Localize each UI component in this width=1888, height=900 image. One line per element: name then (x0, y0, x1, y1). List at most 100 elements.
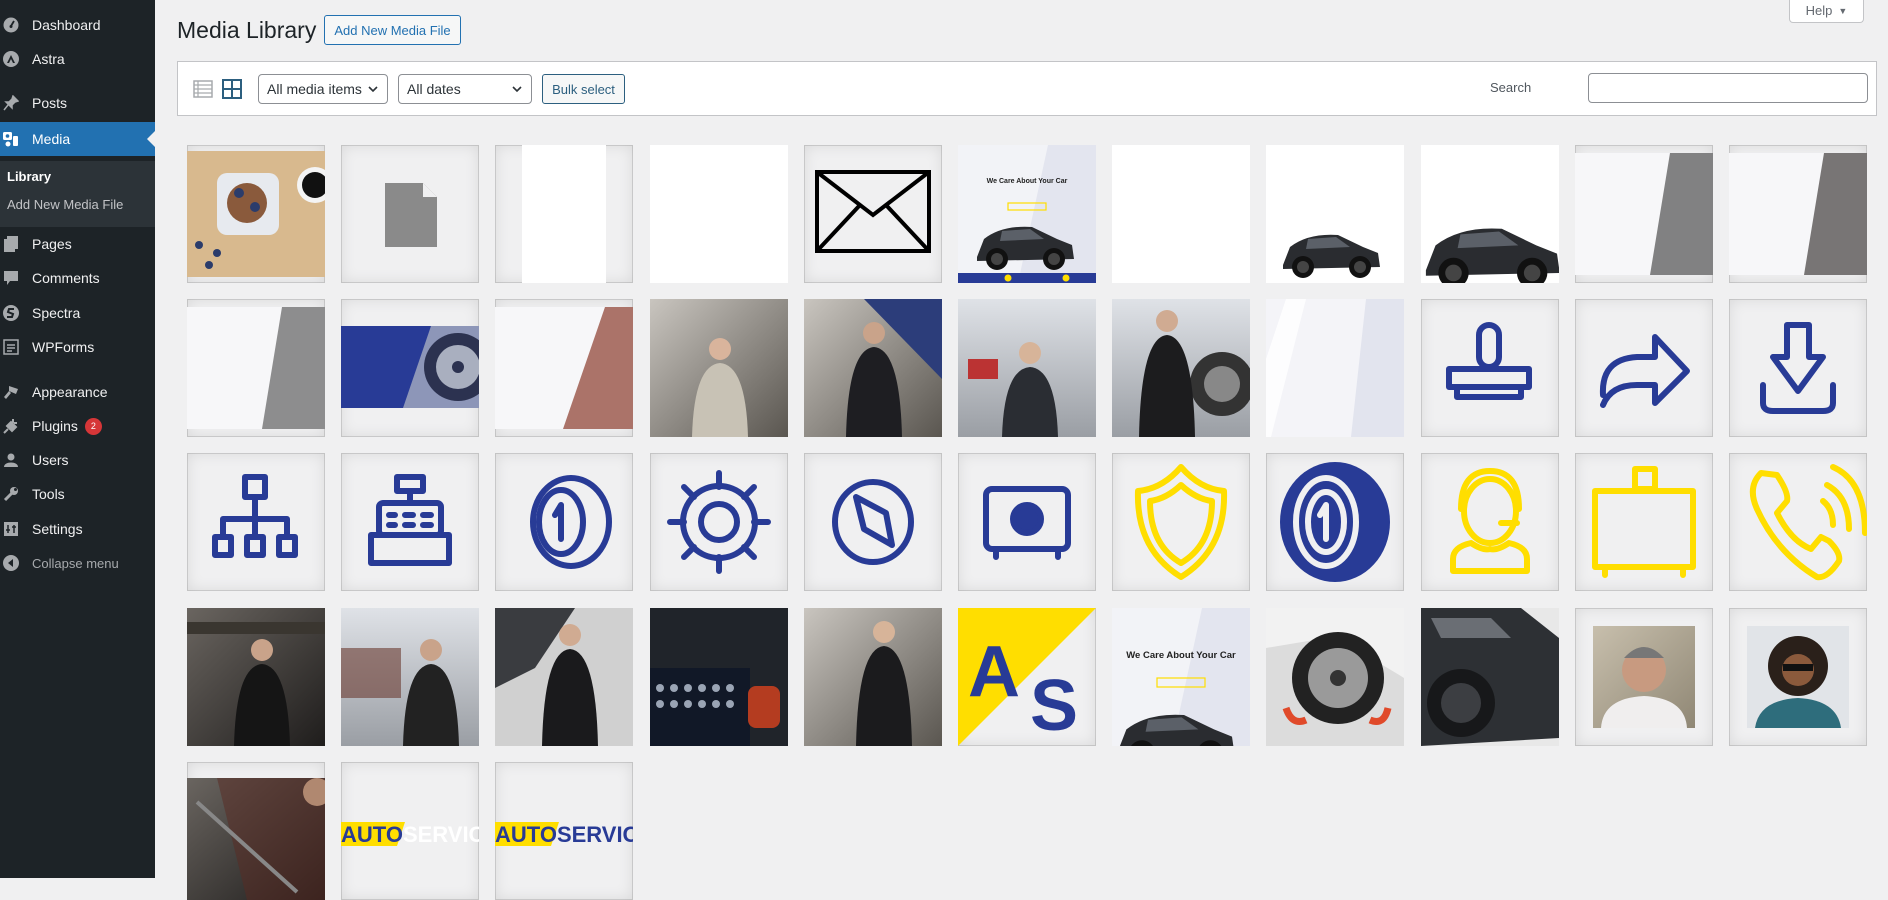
media-item-graphic[interactable] (187, 299, 325, 437)
media-item-icon[interactable] (1421, 453, 1559, 591)
svg-text:AUTOSERVICE: AUTOSERVICE (341, 822, 479, 847)
sidebar-item-pages[interactable]: Pages (0, 227, 155, 261)
media-item-icon[interactable] (187, 453, 325, 591)
settings-icon (3, 521, 19, 537)
media-item-icon[interactable] (650, 453, 788, 591)
media-item-icon[interactable] (1729, 453, 1867, 591)
user-icon (3, 452, 19, 468)
download-icon-thumbnail (1729, 299, 1867, 437)
media-item-file[interactable] (341, 145, 479, 283)
media-item-photo[interactable] (1421, 145, 1559, 283)
mechanic-under-car-lift-thumbnail (187, 608, 325, 746)
sidebar-item-label: Pages (32, 236, 72, 252)
media-item-photo[interactable] (804, 608, 942, 746)
media-item-icon[interactable] (1575, 299, 1713, 437)
sidebar-item-plugins[interactable]: Plugins 2 (0, 409, 155, 443)
bulk-select-button[interactable]: Bulk select (542, 74, 625, 104)
media-item-icon[interactable] (341, 453, 479, 591)
media-item-blank[interactable] (1112, 145, 1250, 283)
media-item-icon[interactable] (804, 145, 942, 283)
media-item-graphic[interactable] (341, 299, 479, 437)
media-icon (3, 131, 19, 147)
media-item-blank[interactable] (650, 145, 788, 283)
media-item-icon[interactable] (804, 453, 942, 591)
media-item-screenshot[interactable]: We Care About Your Car (958, 145, 1096, 283)
media-item-photo[interactable] (1266, 608, 1404, 746)
sidebar-item-label: Posts (32, 95, 67, 111)
media-item-photo[interactable] (650, 299, 788, 437)
media-type-filter[interactable]: All media items (258, 74, 388, 104)
media-item-icon[interactable] (1729, 299, 1867, 437)
media-item-screenshot[interactable]: We Care About Your Car (1112, 608, 1250, 746)
help-button[interactable]: Help ▼ (1789, 0, 1864, 23)
smiling-mechanic-in-workshop-thumbnail (650, 299, 788, 437)
sidebar-item-spectra[interactable]: Spectra (0, 296, 155, 330)
svg-text:S: S (1030, 666, 1078, 746)
media-item-icon[interactable] (958, 453, 1096, 591)
briefcase-icon-thumbnail (1575, 453, 1713, 591)
collapse-menu-button[interactable]: Collapse menu (0, 546, 155, 580)
list-view-icon[interactable] (193, 79, 213, 99)
media-item-photo[interactable] (187, 608, 325, 746)
date-filter-value: All dates (407, 81, 461, 97)
submenu-library[interactable]: Library (7, 169, 51, 184)
date-filter[interactable]: All dates (398, 74, 532, 104)
media-item-blank[interactable] (495, 145, 633, 283)
media-item-photo[interactable] (341, 608, 479, 746)
media-item-photo[interactable] (958, 299, 1096, 437)
media-item-photo[interactable] (1266, 145, 1404, 283)
media-item-photo[interactable] (1575, 608, 1713, 746)
brush-icon (3, 384, 19, 400)
sidebar-item-dashboard[interactable]: Dashboard (0, 8, 155, 42)
media-item-graphic[interactable] (1266, 299, 1404, 437)
media-item-icon[interactable] (1421, 299, 1559, 437)
media-item-icon[interactable] (1266, 453, 1404, 591)
sidebar-item-posts[interactable]: Posts (0, 86, 155, 120)
black-car-small-thumbnail (1266, 145, 1404, 283)
sidebar-item-wpforms[interactable]: WPForms (0, 330, 155, 364)
media-item-photo[interactable] (1112, 299, 1250, 437)
media-item-photo[interactable] (187, 762, 325, 900)
sidebar-item-label: Settings (32, 521, 83, 537)
media-item-logo[interactable]: AUTOSERVICE (341, 762, 479, 900)
media-item-photo[interactable] (804, 299, 942, 437)
sidebar-item-label: Plugins (32, 418, 78, 434)
add-new-media-button[interactable]: Add New Media File (324, 15, 461, 45)
media-item-logo[interactable]: AUTOSERVICE (495, 762, 633, 900)
grid-view-icon[interactable] (222, 79, 242, 99)
media-item-icon[interactable] (495, 453, 633, 591)
dashboard-icon (3, 17, 19, 33)
black-car-large-thumbnail (1421, 145, 1559, 283)
faded-person-slanted-banner-thumbnail (187, 299, 325, 437)
mechanic-in-dark-workshop-thumbnail (187, 762, 325, 900)
sidebar-item-appearance[interactable]: Appearance (0, 375, 155, 409)
media-item-graphic[interactable] (1729, 145, 1867, 283)
media-item-icon[interactable] (1112, 453, 1250, 591)
sidebar-item-astra[interactable]: Astra (0, 42, 155, 76)
faded-red-slanted-banner-thumbnail (495, 299, 633, 437)
cash-register-icon-thumbnail (341, 453, 479, 591)
media-item-graphic[interactable] (1575, 145, 1713, 283)
media-item-photo[interactable] (1729, 608, 1867, 746)
wpforms-icon (3, 339, 19, 355)
car-wheel-on-tow-truck-thumbnail (1266, 608, 1404, 746)
media-item-photo[interactable] (1421, 608, 1559, 746)
collapse-icon (3, 555, 19, 571)
submenu-add-new-media-file[interactable]: Add New Media File (7, 197, 123, 212)
media-item-logo[interactable]: AS (958, 608, 1096, 746)
sidebar-item-users[interactable]: Users (0, 443, 155, 477)
sidebar-item-tools[interactable]: Tools (0, 477, 155, 511)
search-input[interactable] (1588, 73, 1868, 103)
sidebar-item-label: Tools (32, 486, 65, 502)
sidebar-item-label: WPForms (32, 339, 94, 355)
media-item-photo[interactable] (650, 608, 788, 746)
sidebar-item-media[interactable]: Media (0, 122, 155, 156)
sidebar-item-comments[interactable]: Comments (0, 261, 155, 295)
envelope-icon-thumbnail (804, 145, 942, 283)
media-item-photo[interactable] (187, 145, 325, 283)
portrait-older-man-thumbnail (1575, 608, 1713, 746)
sidebar-item-settings[interactable]: Settings (0, 512, 155, 546)
media-item-photo[interactable] (495, 608, 633, 746)
media-item-icon[interactable] (1575, 453, 1713, 591)
media-item-graphic[interactable] (495, 299, 633, 437)
